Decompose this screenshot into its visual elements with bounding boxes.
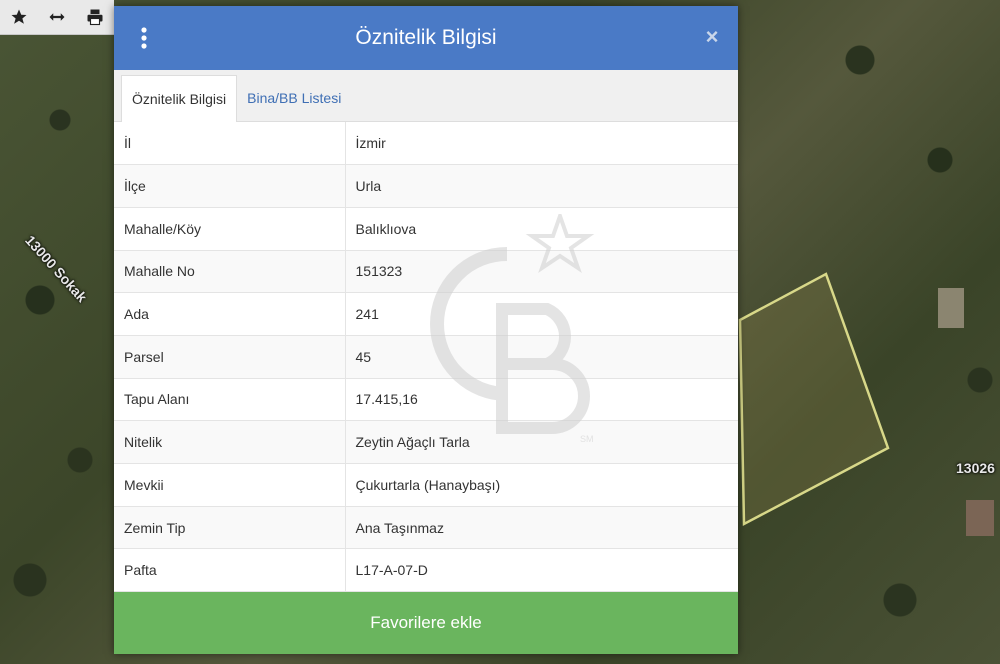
row-value: Balıklıova: [345, 207, 738, 251]
attribute-table-container: İl İzmir İlçe Urla Mahalle/Köy Balıklıova M…: [114, 122, 738, 592]
attribute-info-dialog: Öznitelik Bilgisi × Öznitelik Bilgisi Bi…: [114, 6, 738, 654]
attribute-table: İl İzmir İlçe Urla Mahalle/Köy Balıklıova M…: [114, 122, 738, 592]
row-key: Parsel: [114, 335, 346, 379]
table-row: Mevkii Çukurtarla (Hanaybaşı): [114, 463, 738, 507]
table-row: Parsel 45: [114, 335, 738, 379]
dialog-header: Öznitelik Bilgisi ×: [114, 6, 738, 70]
menu-button[interactable]: [132, 24, 156, 52]
building: [938, 288, 964, 328]
row-value: 45: [345, 335, 738, 379]
row-value: Urla: [345, 164, 738, 208]
row-key: Pafta: [114, 548, 346, 592]
tab-building-list[interactable]: Bina/BB Listesi: [237, 75, 351, 121]
table-row: Mahalle No 151323: [114, 250, 738, 294]
row-key: Mahalle No: [114, 250, 346, 294]
tab-attribute-info[interactable]: Öznitelik Bilgisi: [121, 75, 238, 122]
star-icon: [11, 9, 27, 24]
measure-arrows-icon: [49, 13, 65, 21]
close-icon[interactable]: ×: [702, 26, 722, 48]
row-value: Ana Taşınmaz: [345, 506, 738, 550]
road-label-13000-sokak: 13000 Sokak: [22, 232, 91, 306]
dialog-title: Öznitelik Bilgisi: [355, 26, 497, 49]
row-value: Zeytin Ağaçlı Tarla: [345, 420, 738, 464]
table-row: İlçe Urla: [114, 164, 738, 208]
road-label-13026: 13026: [956, 460, 995, 476]
row-key: Mevkii: [114, 463, 346, 507]
row-key: İlçe: [114, 164, 346, 208]
row-key: Ada: [114, 292, 346, 336]
building: [966, 500, 994, 536]
printer-icon: [87, 9, 103, 26]
table-row: Pafta L17-A-07-D: [114, 548, 738, 592]
add-to-favorites-button[interactable]: Favorilere ekle: [114, 592, 738, 654]
table-row: Zemin Tip Ana Taşınmaz: [114, 506, 738, 550]
favorite-button[interactable]: [0, 0, 38, 34]
row-value: L17-A-07-D: [345, 548, 738, 592]
vertical-dots-icon: [141, 27, 147, 49]
table-row: Tapu Alanı 17.415,16: [114, 378, 738, 422]
map-toolbar: [0, 0, 114, 35]
row-key: Nitelik: [114, 420, 346, 464]
row-key: Zemin Tip: [114, 506, 346, 550]
row-value: Çukurtarla (Hanaybaşı): [345, 463, 738, 507]
print-button[interactable]: [76, 0, 114, 34]
measure-button[interactable]: [38, 0, 76, 34]
row-value: 17.415,16: [345, 378, 738, 422]
row-value: 241: [345, 292, 738, 336]
row-key: Mahalle/Köy: [114, 207, 346, 251]
table-row: İl İzmir: [114, 122, 738, 166]
row-value: İzmir: [345, 122, 738, 166]
table-row: Ada 241: [114, 292, 738, 336]
row-value: 151323: [345, 250, 738, 294]
table-row: Mahalle/Köy Balıklıova: [114, 207, 738, 251]
parcel-outline: [738, 272, 890, 527]
tab-bar: Öznitelik Bilgisi Bina/BB Listesi: [114, 70, 738, 122]
row-key: İl: [114, 122, 346, 166]
row-key: Tapu Alanı: [114, 378, 346, 422]
table-row: Nitelik Zeytin Ağaçlı Tarla: [114, 420, 738, 464]
